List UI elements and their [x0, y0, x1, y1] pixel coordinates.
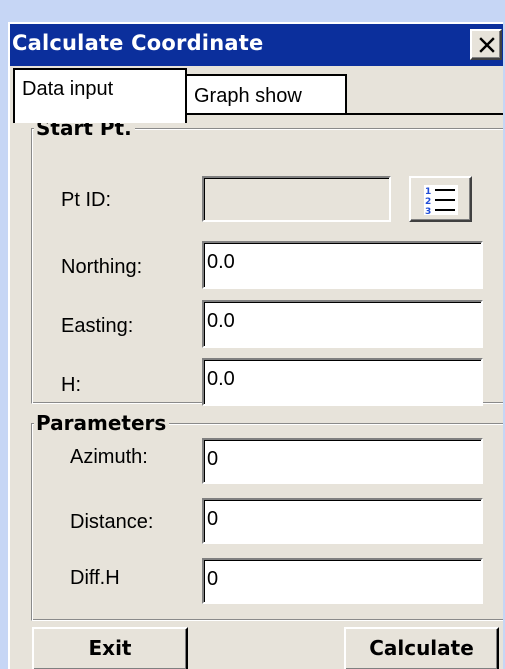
diff-h-label: Diff.H	[70, 567, 120, 589]
close-icon	[479, 37, 495, 53]
diff-h-input[interactable]: 0	[202, 558, 483, 604]
parameters-group-title: Parameters	[34, 412, 170, 434]
exit-button[interactable]: Exit	[32, 627, 188, 669]
tab-strip-divider	[187, 113, 503, 115]
tab-data-input-label: Data input	[22, 78, 114, 100]
window-title: Calculate Coordinate	[12, 31, 264, 55]
svg-text:2: 2	[425, 197, 431, 207]
tab-data-input[interactable]: Data input	[13, 68, 187, 123]
pt-id-field[interactable]	[202, 176, 391, 222]
h-label: H:	[61, 374, 81, 396]
calculate-button[interactable]: Calculate	[344, 627, 499, 669]
northing-label: Northing:	[61, 256, 143, 278]
azimuth-label: Azimuth:	[70, 446, 148, 468]
northing-input[interactable]: 0.0	[202, 241, 483, 289]
close-button[interactable]	[470, 29, 502, 60]
title-bar: Calculate Coordinate	[10, 24, 503, 66]
tab-graph-show-label: Graph show	[194, 85, 302, 107]
pt-id-label: Pt ID:	[61, 189, 112, 211]
calculate-coordinate-dialog: Calculate Coordinate Data input Graph sh…	[8, 22, 503, 669]
select-point-button[interactable]: 1 2 3	[409, 176, 472, 222]
easting-input[interactable]: 0.0	[202, 300, 483, 348]
svg-text:1: 1	[425, 187, 431, 197]
numbered-list-icon: 1 2 3	[424, 185, 458, 215]
distance-label: Distance:	[70, 511, 154, 533]
tab-graph-show[interactable]: Graph show	[187, 74, 347, 115]
easting-label: Easting:	[61, 315, 134, 337]
azimuth-input[interactable]: 0	[202, 438, 483, 484]
svg-text:3: 3	[425, 207, 431, 215]
h-input[interactable]: 0.0	[202, 358, 483, 406]
distance-input[interactable]: 0	[202, 498, 483, 544]
